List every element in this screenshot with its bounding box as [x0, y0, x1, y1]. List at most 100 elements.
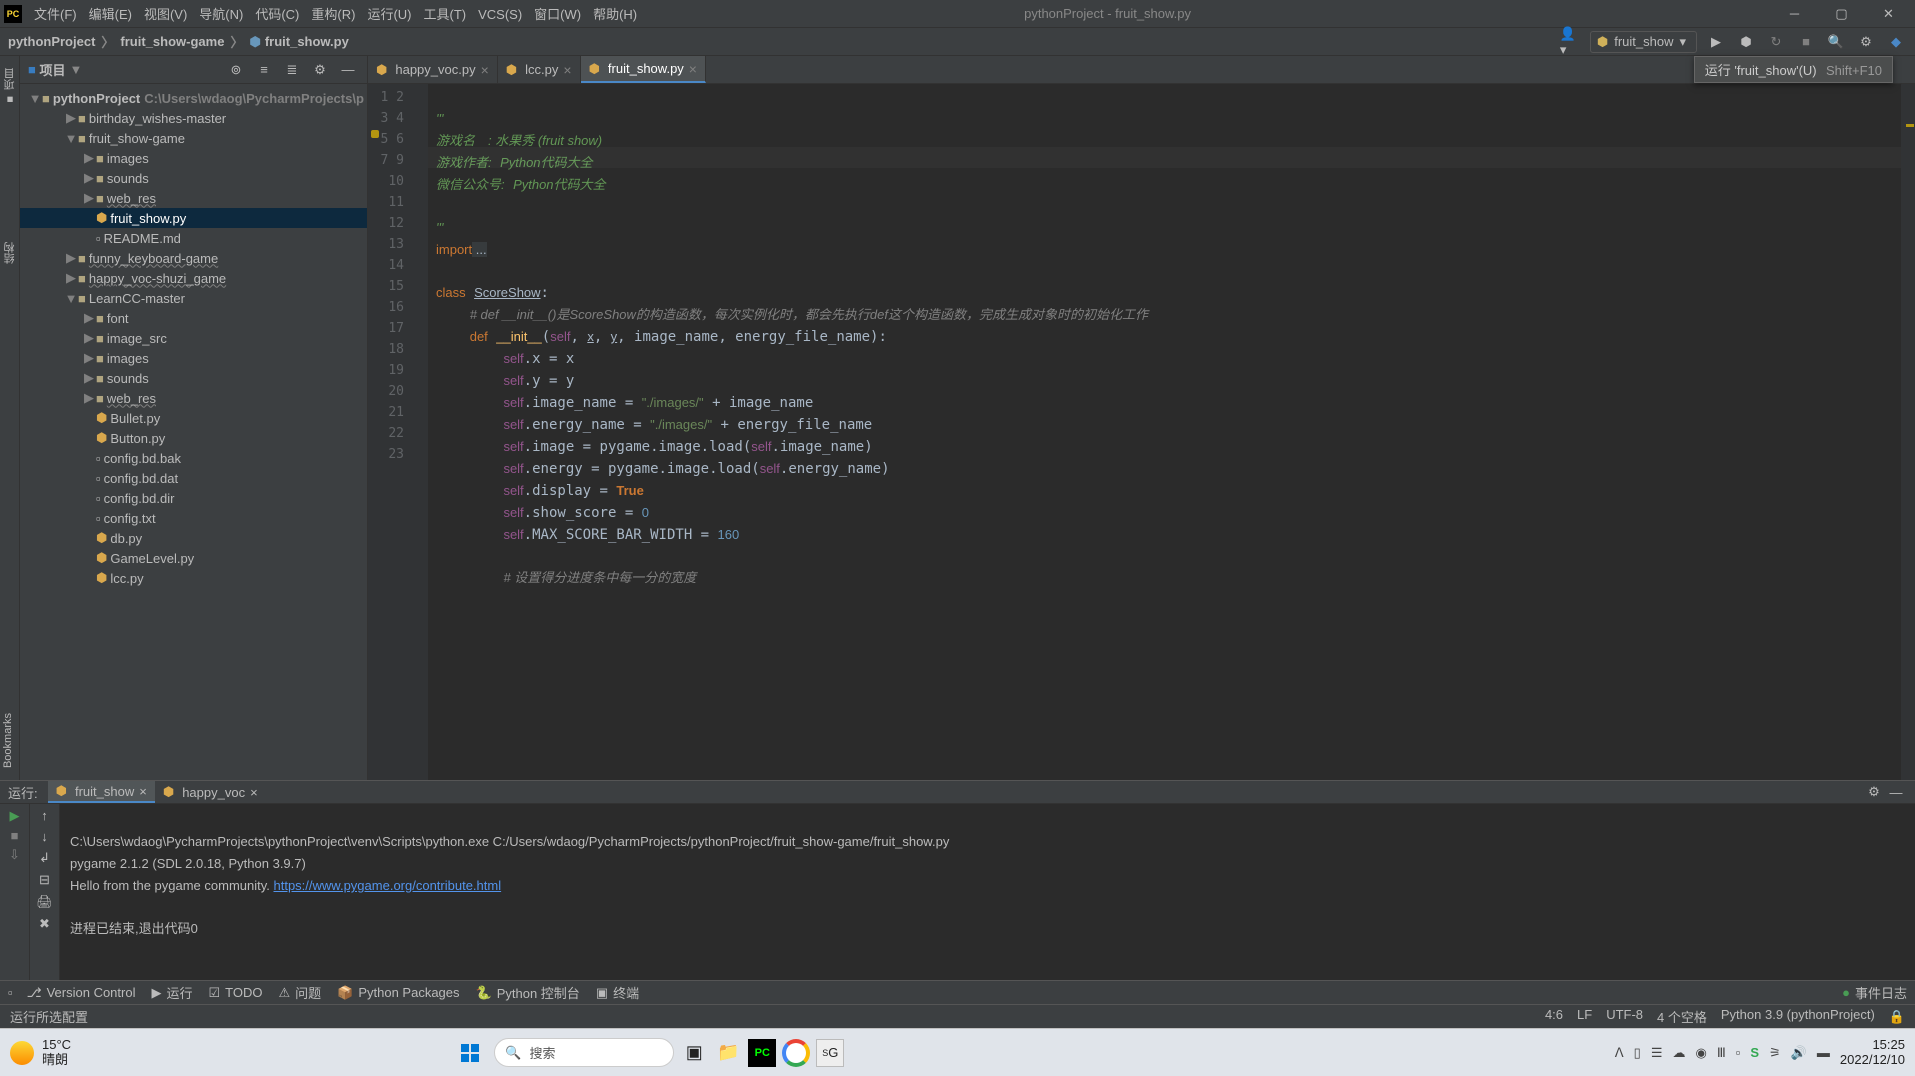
chevron-icon[interactable]: ▶	[64, 110, 78, 126]
tree-item[interactable]: ▼■LearnCC-master	[20, 288, 367, 308]
tree-item[interactable]: ⬢fruit_show.py	[20, 208, 367, 228]
status-item[interactable]: Python 3.9 (pythonProject)	[1721, 1007, 1875, 1026]
expand-icon[interactable]: ≡	[253, 59, 275, 81]
search-icon[interactable]: 🔍	[1825, 31, 1847, 53]
run-tab[interactable]: ⬢happy_voc×	[155, 781, 266, 803]
soft-wrap-icon[interactable]: ↲	[39, 850, 50, 866]
collapse-icon[interactable]: ≣	[281, 59, 303, 81]
menu-重构[interactable]: 重构(R)	[305, 4, 361, 25]
editor-tab[interactable]: ⬢lcc.py×	[498, 56, 581, 83]
chevron-down-icon[interactable]: ▼	[28, 91, 42, 106]
tree-item[interactable]: ▫config.bd.dir	[20, 488, 367, 508]
tool-button[interactable]: ▶运行	[151, 983, 192, 1002]
trash-icon[interactable]: ✖	[39, 916, 50, 932]
tree-item[interactable]: ▶■web_res	[20, 388, 367, 408]
chevron-icon[interactable]: ▼	[64, 291, 78, 306]
chrome-icon[interactable]	[782, 1039, 810, 1067]
tree-item[interactable]: ▫README.md	[20, 228, 367, 248]
status-item[interactable]: 4 个空格	[1657, 1007, 1707, 1026]
tray-icon[interactable]: ▯	[1634, 1045, 1641, 1061]
chevron-icon[interactable]: ▶	[82, 370, 96, 386]
run-output[interactable]: C:\Users\wdaog\PycharmProjects\pythonPro…	[60, 804, 1915, 980]
close-icon[interactable]: ×	[481, 62, 489, 78]
tray-chevron-icon[interactable]: ᐱ	[1615, 1045, 1624, 1061]
breadcrumb[interactable]: pythonProject 〉 fruit_show-game 〉 ⬢ frui…	[8, 32, 349, 51]
chevron-icon[interactable]: ▶	[82, 390, 96, 406]
warning-marker[interactable]	[1906, 124, 1914, 127]
tree-item[interactable]: ▶■birthday_wishes-master	[20, 108, 367, 128]
weather-widget[interactable]: 15°C 晴朗	[10, 1038, 71, 1067]
menu-视图[interactable]: 视图(V)	[138, 4, 193, 25]
app-icon[interactable]: SG	[816, 1039, 844, 1067]
menu-编辑[interactable]: 编辑(E)	[83, 4, 138, 25]
stop-icon[interactable]: ■	[11, 828, 19, 843]
tool-button[interactable]: ☑TODO	[209, 983, 263, 1002]
wifi-icon[interactable]: ⚞	[1769, 1045, 1781, 1061]
settings-icon[interactable]: ⚙	[1855, 31, 1877, 53]
event-log-button[interactable]: ● 事件日志	[1842, 983, 1907, 1002]
tree-item[interactable]: ▫config.txt	[20, 508, 367, 528]
tool-button[interactable]: 📦Python Packages	[337, 983, 459, 1002]
tray-icon[interactable]: ▫	[1736, 1045, 1741, 1060]
output-link[interactable]: https://www.pygame.org/contribute.html	[274, 878, 502, 893]
tool-button[interactable]: ⚠问题	[278, 983, 321, 1002]
menu-文件[interactable]: 文件(F)	[28, 4, 83, 25]
breadcrumb-folder[interactable]: fruit_show-game	[120, 34, 224, 49]
debug-button[interactable]: ⬢	[1735, 31, 1757, 53]
task-view-icon[interactable]: ▣	[680, 1039, 708, 1067]
special-icon[interactable]: ◆	[1885, 31, 1907, 53]
down-icon[interactable]: ↓	[41, 829, 48, 844]
stop-button[interactable]: ■	[1795, 31, 1817, 53]
chevron-icon[interactable]: ▶	[82, 170, 96, 186]
tree-item[interactable]: ▶■font	[20, 308, 367, 328]
scroll-end-icon[interactable]: ⊟	[39, 872, 50, 888]
menu-运行[interactable]: 运行(U)	[361, 4, 417, 25]
warning-marker[interactable]	[371, 130, 379, 138]
print-icon[interactable]: 🖨	[36, 894, 53, 910]
chevron-icon[interactable]: ▶	[82, 330, 96, 346]
gear-icon[interactable]: ⚙	[309, 59, 331, 81]
hide-icon[interactable]: —	[1885, 781, 1907, 803]
status-item[interactable]: UTF-8	[1606, 1007, 1643, 1026]
explorer-icon[interactable]: 📁	[714, 1039, 742, 1067]
start-button[interactable]	[456, 1039, 484, 1067]
pycharm-icon[interactable]: PC	[748, 1039, 776, 1067]
code-editor[interactable]: ''' 游戏名 : 水果秀 (fruit show) 游戏作者: Python代…	[428, 84, 1901, 780]
editor-tab[interactable]: ⬢happy_voc.py×	[368, 56, 498, 83]
editor-tab[interactable]: ⬢fruit_show.py×	[581, 56, 706, 83]
run-config-dropdown[interactable]: ⬢ fruit_show ▾	[1590, 31, 1697, 53]
tree-item[interactable]: ⬢Button.py	[20, 428, 367, 448]
tray-icon[interactable]: ◉	[1695, 1045, 1706, 1061]
battery-icon[interactable]: ▬	[1817, 1045, 1830, 1060]
project-tree[interactable]: ▼ ■ pythonProject C:\Users\wdaog\Pycharm…	[20, 84, 367, 780]
run-tab[interactable]: ⬢fruit_show×	[48, 781, 155, 803]
run-button[interactable]: ▶	[1705, 31, 1727, 53]
tree-item[interactable]: ▫config.bd.bak	[20, 448, 367, 468]
close-button[interactable]: ✕	[1866, 1, 1911, 27]
status-item[interactable]: LF	[1577, 1007, 1592, 1026]
close-icon[interactable]: ×	[139, 784, 147, 799]
tray-icon[interactable]: S	[1750, 1045, 1759, 1060]
tool-button[interactable]: 🐍Python 控制台	[476, 983, 580, 1002]
add-user-icon[interactable]: 👤▾	[1560, 31, 1582, 53]
chevron-down-icon[interactable]: ▼	[70, 62, 83, 77]
chevron-icon[interactable]: ▼	[64, 131, 78, 146]
close-icon[interactable]: ×	[250, 785, 258, 800]
tree-item[interactable]: ⬢db.py	[20, 528, 367, 548]
tray-icon[interactable]: Ⅲ	[1717, 1045, 1726, 1061]
tree-item[interactable]: ▶■funny_keyboard-game	[20, 248, 367, 268]
chevron-icon[interactable]: ▶	[82, 190, 96, 206]
tree-item[interactable]: ▶■sounds	[20, 168, 367, 188]
tree-item[interactable]: ⬢GameLevel.py	[20, 548, 367, 568]
tool-button[interactable]: ▣终端	[596, 983, 639, 1002]
onedrive-icon[interactable]: ☁	[1672, 1045, 1685, 1061]
rerun-icon[interactable]: ▶	[10, 808, 20, 824]
up-icon[interactable]: ↑	[41, 808, 48, 823]
chevron-icon[interactable]: ▶	[64, 250, 78, 266]
menu-导航[interactable]: 导航(N)	[193, 4, 249, 25]
chevron-icon[interactable]: ▶	[82, 150, 96, 166]
tree-item[interactable]: ⬢lcc.py	[20, 568, 367, 588]
tray-icon[interactable]: ☰	[1651, 1045, 1663, 1061]
project-tab[interactable]: ■ 项目	[0, 62, 20, 111]
close-icon[interactable]: ×	[563, 62, 571, 78]
